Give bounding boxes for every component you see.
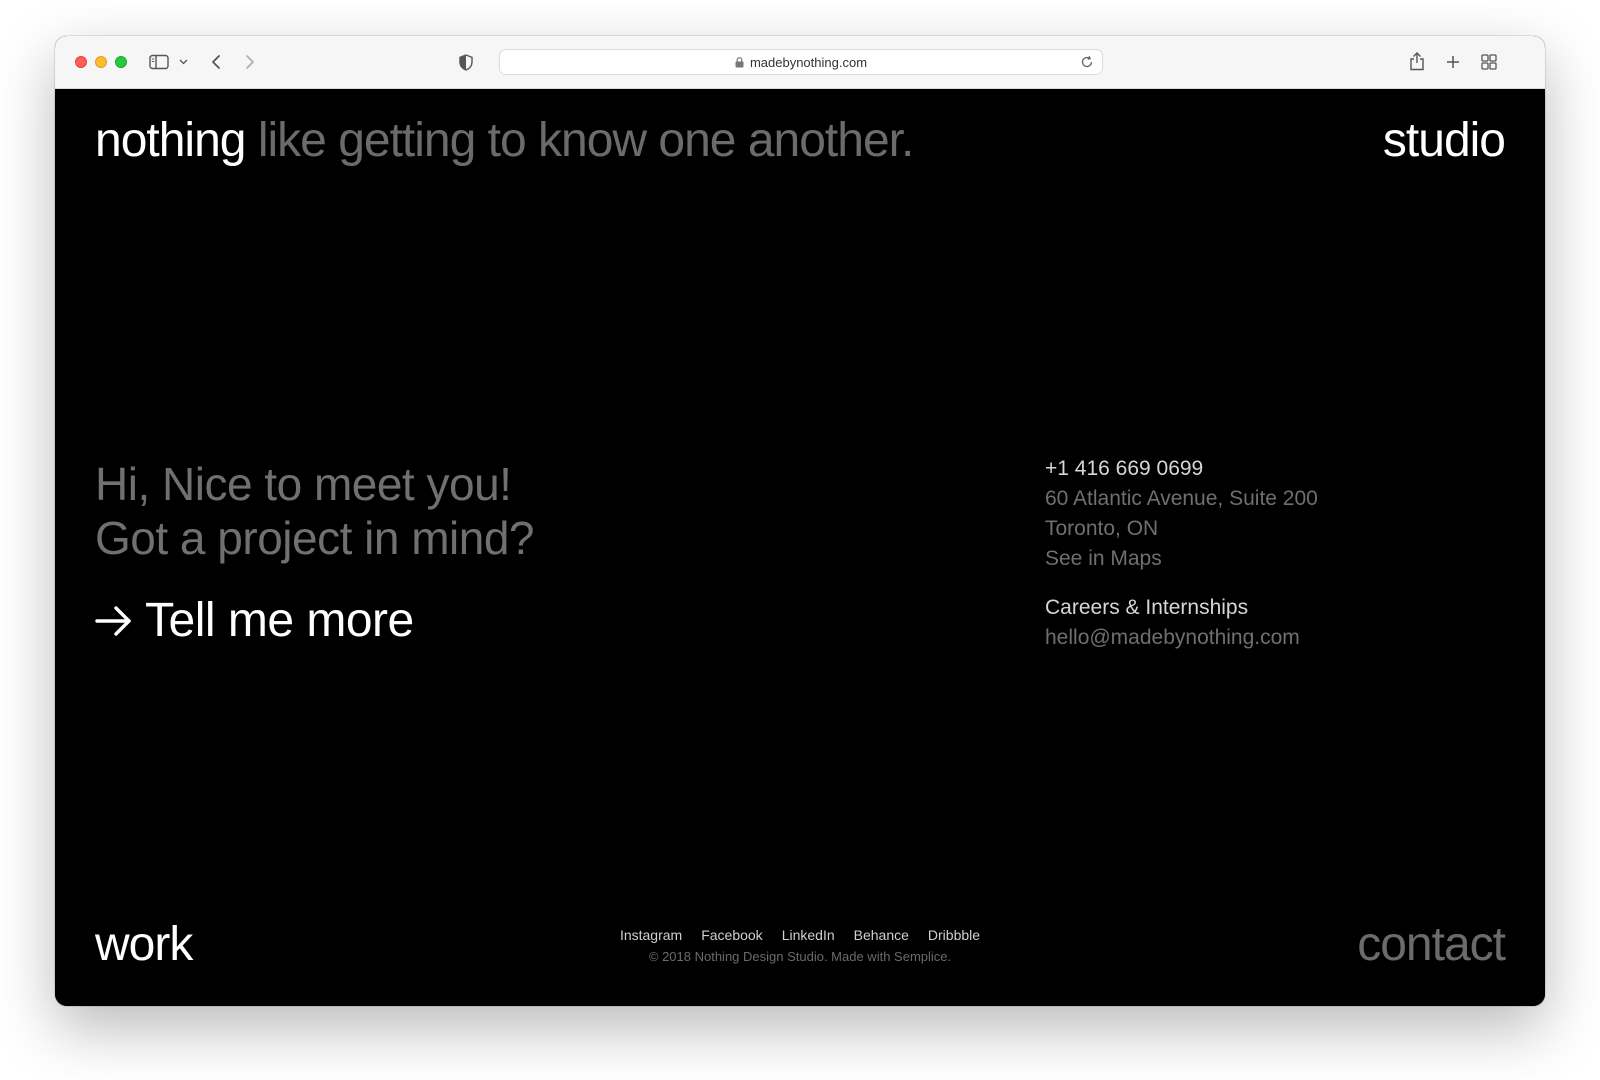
- studio-nav-link[interactable]: studio: [1383, 114, 1506, 168]
- tab-overview-icon[interactable]: [1477, 50, 1501, 74]
- tell-me-more-link[interactable]: Tell me more: [95, 593, 414, 648]
- hero-tagline: like getting to know one another.: [257, 114, 914, 167]
- instagram-link[interactable]: Instagram: [620, 927, 682, 943]
- behance-link[interactable]: Behance: [854, 927, 909, 943]
- linkedin-link[interactable]: LinkedIn: [782, 927, 835, 943]
- privacy-shield-icon[interactable]: [455, 51, 477, 73]
- copyright-text: © 2018 Nothing Design Studio. Made with …: [648, 949, 952, 964]
- minimize-window-button[interactable]: [95, 56, 107, 68]
- arrow-right-icon: [95, 605, 133, 637]
- lock-icon: [735, 56, 744, 68]
- back-icon[interactable]: [205, 51, 227, 73]
- page-content: nothing like getting to know one another…: [55, 89, 1545, 1006]
- brand-logo-text[interactable]: nothing: [95, 114, 246, 167]
- dribbble-link[interactable]: Dribbble: [928, 927, 980, 943]
- zoom-window-button[interactable]: [115, 56, 127, 68]
- facebook-link[interactable]: Facebook: [701, 927, 762, 943]
- address-line-2: Toronto, ON: [1045, 517, 1159, 540]
- url-text: madebynothing.com: [749, 54, 868, 70]
- page-footer: Instagram Facebook LinkedIn Behance Drib…: [55, 927, 1545, 964]
- phone-link[interactable]: +1 416 669 0699: [1045, 454, 1318, 484]
- browser-window: madebynothing.com nothing like getting t…: [55, 36, 1545, 1006]
- sidebar-toggle-icon[interactable]: [148, 51, 170, 73]
- reload-icon[interactable]: [1080, 55, 1094, 72]
- greeting-text: Hi, Nice to meet you! Got a project in m…: [95, 457, 535, 565]
- close-window-button[interactable]: [75, 56, 87, 68]
- forward-icon[interactable]: [239, 51, 261, 73]
- contact-info-block: +1 416 669 0699 60 Atlantic Avenue, Suit…: [1045, 454, 1318, 653]
- address-line-1: 60 Atlantic Avenue, Suite 200: [1045, 487, 1318, 510]
- chevron-down-icon[interactable]: [176, 55, 190, 69]
- share-icon[interactable]: [1405, 49, 1429, 73]
- greeting-line-1: Hi, Nice to meet you!: [95, 458, 512, 510]
- social-links: Instagram Facebook LinkedIn Behance Drib…: [55, 927, 1545, 943]
- careers-link[interactable]: Careers & Internships: [1045, 593, 1318, 623]
- see-in-maps-link[interactable]: See in Maps: [1045, 544, 1318, 574]
- email-link[interactable]: hello@madebynothing.com: [1045, 623, 1318, 653]
- hero-headline: nothing like getting to know one another…: [95, 114, 914, 168]
- new-tab-icon[interactable]: [1441, 50, 1465, 74]
- address-bar[interactable]: madebynothing.com: [499, 49, 1103, 75]
- tell-me-more-label: Tell me more: [145, 594, 414, 647]
- browser-toolbar: madebynothing.com: [55, 36, 1545, 89]
- greeting-line-2: Got a project in mind?: [95, 512, 535, 564]
